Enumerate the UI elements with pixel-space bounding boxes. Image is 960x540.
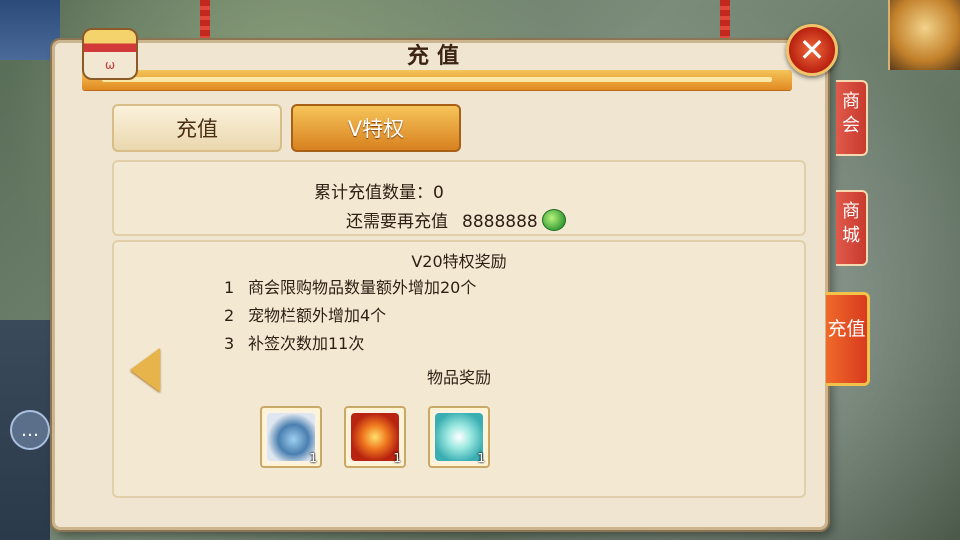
privilege-text: 宠物栏额外增加4个 [248, 306, 387, 325]
item-count: 1 [309, 451, 317, 465]
tab-recharge[interactable]: 充值 [112, 104, 282, 152]
reward-item-slot[interactable]: 1 [260, 406, 322, 468]
jade-bracelet-icon [435, 413, 483, 461]
recharge-summary: 累计充值数量：0 还需要再充值 8888888 [112, 160, 806, 236]
privilege-title: V20特权奖励 [411, 252, 507, 271]
treasure-chest-icon: ω [82, 28, 138, 80]
privilege-item: 1 商会限购物品数量额外增加20个 [224, 274, 476, 298]
reward-item-slot[interactable]: 1 [428, 406, 490, 468]
title-bar: 充值 [52, 28, 822, 90]
side-tab-mall[interactable]: 商城 [836, 190, 868, 266]
privilege-number: 2 [224, 306, 235, 325]
item-count: 1 [393, 451, 401, 465]
reward-item-slot[interactable]: 1 [344, 406, 406, 468]
top-left-hud [0, 0, 60, 60]
title-ornament [82, 70, 792, 90]
remaining-recharge-line: 还需要再充值 8888888 [346, 207, 566, 232]
total-recharge-line: 累计充值数量：0 [314, 178, 444, 203]
privilege-number: 1 [224, 278, 235, 297]
item-count: 1 [477, 451, 485, 465]
privilege-item: 2 宠物栏额外增加4个 [224, 302, 386, 326]
green-jade-coin-icon [541, 209, 566, 231]
chat-icon[interactable]: … [10, 410, 50, 450]
total-recharge-label: 累计充值数量： [314, 183, 433, 203]
side-tab-guild-shop[interactable]: 商会 [836, 80, 868, 156]
panel-title: 充值 [406, 44, 467, 69]
privilege-reward-box: V20特权奖励 1 商会限购物品数量额外增加20个 2 宠物栏额外增加4个 3 补签次… [112, 240, 806, 498]
privilege-number: 3 [224, 334, 235, 353]
item-rewards-title: 物品奖励 [426, 368, 491, 387]
remaining-recharge-value: 8888888 [462, 212, 538, 232]
total-recharge-value: 0 [433, 183, 444, 203]
player-avatar[interactable] [888, 0, 960, 70]
blue-orb-necklace-icon [267, 413, 315, 461]
privilege-item: 3 补签次数加11次 [224, 330, 364, 354]
remaining-recharge-label: 还需要再充值 [346, 212, 448, 232]
tab-v-privilege[interactable]: V特权 [291, 104, 461, 152]
previous-level-arrow-icon[interactable] [130, 348, 160, 392]
privilege-text: 补签次数加11次 [248, 334, 365, 353]
side-tab-recharge[interactable]: 充值 [826, 292, 870, 386]
privilege-text: 商会限购物品数量额外增加20个 [248, 278, 477, 297]
close-button[interactable]: ✕ [786, 24, 838, 76]
flame-phoenix-item-icon [351, 413, 399, 461]
